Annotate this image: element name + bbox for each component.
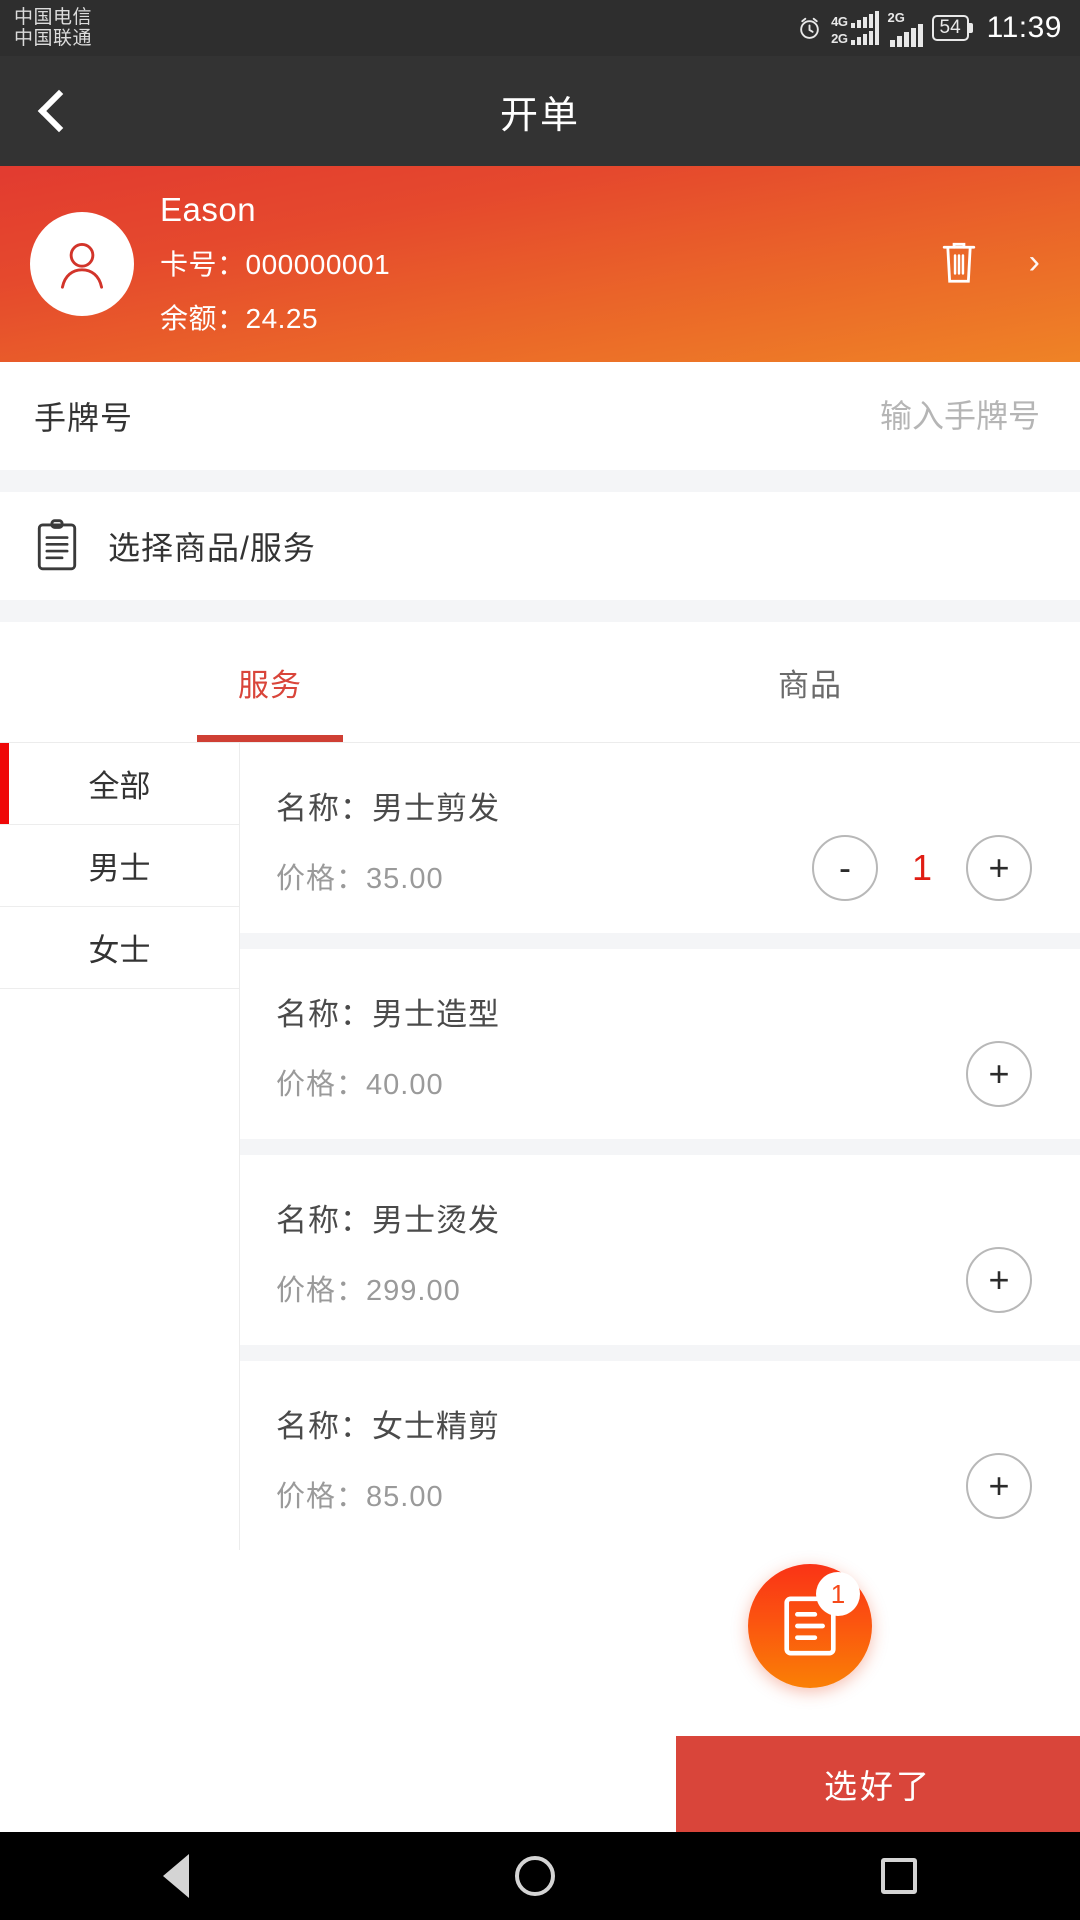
hand-plate-row[interactable]: 手牌号	[0, 362, 1080, 470]
item-name: 名称：女士精剪	[276, 1409, 500, 1444]
category-sidebar: 全部 男士 女士	[0, 743, 240, 1550]
signal-bars-2g	[850, 28, 879, 45]
sidebar-item-all-label: 全部	[88, 769, 151, 804]
sidebar-item-men-label: 男士	[88, 851, 151, 886]
tab-services[interactable]: 服务	[0, 622, 540, 742]
quantity-stepper: +	[966, 1041, 1032, 1107]
quantity-stepper: +	[966, 1453, 1032, 1519]
sidebar-item-women-label: 女士	[88, 933, 151, 968]
carrier-labels: 中国电信 中国联通	[14, 7, 92, 50]
item-separator	[240, 1345, 1080, 1361]
increment-button[interactable]: +	[966, 1041, 1032, 1107]
sidebar-item-all[interactable]: 全部	[0, 743, 239, 825]
increment-button[interactable]: +	[966, 1453, 1032, 1519]
carrier-2: 中国联通	[14, 28, 93, 49]
member-name: Eason	[160, 191, 257, 228]
sidebar-item-men[interactable]: 男士	[0, 825, 239, 907]
member-card-number: 卡号：000000001	[160, 249, 391, 280]
trash-icon[interactable]	[939, 239, 979, 285]
avatar	[30, 212, 134, 316]
increment-button[interactable]: +	[966, 1247, 1032, 1313]
tab-products[interactable]: 商品	[540, 622, 1080, 742]
decrement-button[interactable]: -	[812, 835, 878, 901]
increment-button[interactable]: +	[966, 835, 1032, 901]
network-label-2g-secondary: 2G	[887, 9, 905, 25]
section-gap-2	[0, 600, 1080, 622]
list-item[interactable]: 名称：女士精剪 价格：85.00 +	[240, 1361, 1080, 1551]
item-separator	[240, 933, 1080, 949]
nav-home-circle-icon[interactable]	[515, 1856, 555, 1896]
plus-icon: +	[988, 1258, 1010, 1300]
tab-services-label: 服务	[238, 667, 302, 703]
item-price: 价格：35.00	[276, 863, 444, 895]
alarm-icon	[800, 17, 819, 39]
list-item[interactable]: 名称：男士造型 价格：40.00 +	[240, 949, 1080, 1139]
section-gap-1	[0, 470, 1080, 492]
hand-plate-label: 手牌号	[34, 400, 134, 436]
app-root: 中国电信 中国联通 4G 2G 2G 54 11:39 开单 Eason 卡号：…	[0, 0, 1080, 1920]
item-separator	[240, 1139, 1080, 1155]
battery-indicator: 54	[931, 15, 969, 41]
item-price: 价格：299.00	[276, 1275, 461, 1307]
android-nav-bar	[0, 1832, 1080, 1920]
network-label-2g: 2G	[831, 31, 848, 46]
list-item[interactable]: 名称：男士剪发 价格：35.00 - 1 +	[240, 743, 1080, 933]
clipboard-list-icon	[37, 519, 77, 571]
cart-badge: 1	[816, 1572, 860, 1616]
item-name: 名称：男士剪发	[276, 791, 500, 826]
quantity-stepper: - 1 +	[812, 835, 1032, 901]
back-chevron-icon	[37, 89, 81, 133]
network-label-4g: 4G	[831, 14, 848, 29]
select-product-service-row[interactable]: 选择商品/服务	[0, 492, 1080, 600]
list-item[interactable]: 名称：男士烫发 价格：299.00 +	[240, 1155, 1080, 1345]
confirm-selection-button[interactable]: 选好了	[676, 1736, 1080, 1832]
item-price: 价格：85.00	[276, 1481, 444, 1513]
member-card[interactable]: Eason 卡号：000000001 余额：24.25 ›	[0, 166, 1080, 362]
item-list[interactable]: 名称：男士剪发 价格：35.00 - 1 + 名称：男士造型 价格：40.00	[240, 743, 1080, 1551]
minus-icon: -	[839, 846, 851, 888]
select-product-service-label: 选择商品/服务	[108, 530, 316, 566]
nav-back-triangle-icon[interactable]	[163, 1854, 189, 1898]
cart-fab-button[interactable]: 1	[748, 1564, 872, 1688]
category-tabs: 服务 商品	[0, 622, 1080, 742]
person-avatar-icon	[60, 242, 104, 289]
item-name: 名称：男士造型	[276, 997, 500, 1032]
plus-icon: +	[988, 846, 1010, 888]
status-bar: 中国电信 中国联通 4G 2G 2G 54 11:39	[0, 0, 1080, 56]
title-bar: 开单	[0, 56, 1080, 166]
item-name: 名称：男士烫发	[276, 1203, 500, 1238]
member-card-actions: ›	[939, 239, 1040, 289]
status-icons: 4G 2G 2G 54 11:39	[797, 10, 1062, 47]
plus-icon: +	[988, 1052, 1010, 1094]
member-info: Eason 卡号：000000001 余额：24.25	[160, 191, 390, 337]
content-split: 全部 男士 女士 名称：男士剪发 价格：35.00 - 1 + 名称：男士造型 …	[0, 742, 1080, 1551]
item-quantity: 1	[911, 847, 933, 888]
network-indicator-primary: 4G 2G	[831, 11, 879, 46]
back-button[interactable]	[0, 56, 110, 166]
sidebar-item-women[interactable]: 女士	[0, 907, 239, 989]
signal-bars-secondary	[889, 23, 923, 47]
member-detail-arrow-icon[interactable]: ›	[1029, 243, 1040, 282]
status-clock: 11:39	[986, 11, 1062, 44]
hand-plate-input[interactable]	[620, 397, 1040, 435]
member-balance: 余额：24.25	[160, 303, 319, 334]
plus-icon: +	[988, 1464, 1010, 1506]
network-indicator-secondary: 2G	[888, 10, 923, 47]
tab-products-label: 商品	[778, 667, 842, 703]
carrier-1: 中国电信	[14, 6, 93, 28]
page-title: 开单	[499, 94, 580, 137]
nav-recents-square-icon[interactable]	[881, 1858, 917, 1894]
quantity-stepper: +	[966, 1247, 1032, 1313]
signal-bars-4g	[850, 11, 879, 28]
item-price: 价格：40.00	[276, 1069, 444, 1101]
